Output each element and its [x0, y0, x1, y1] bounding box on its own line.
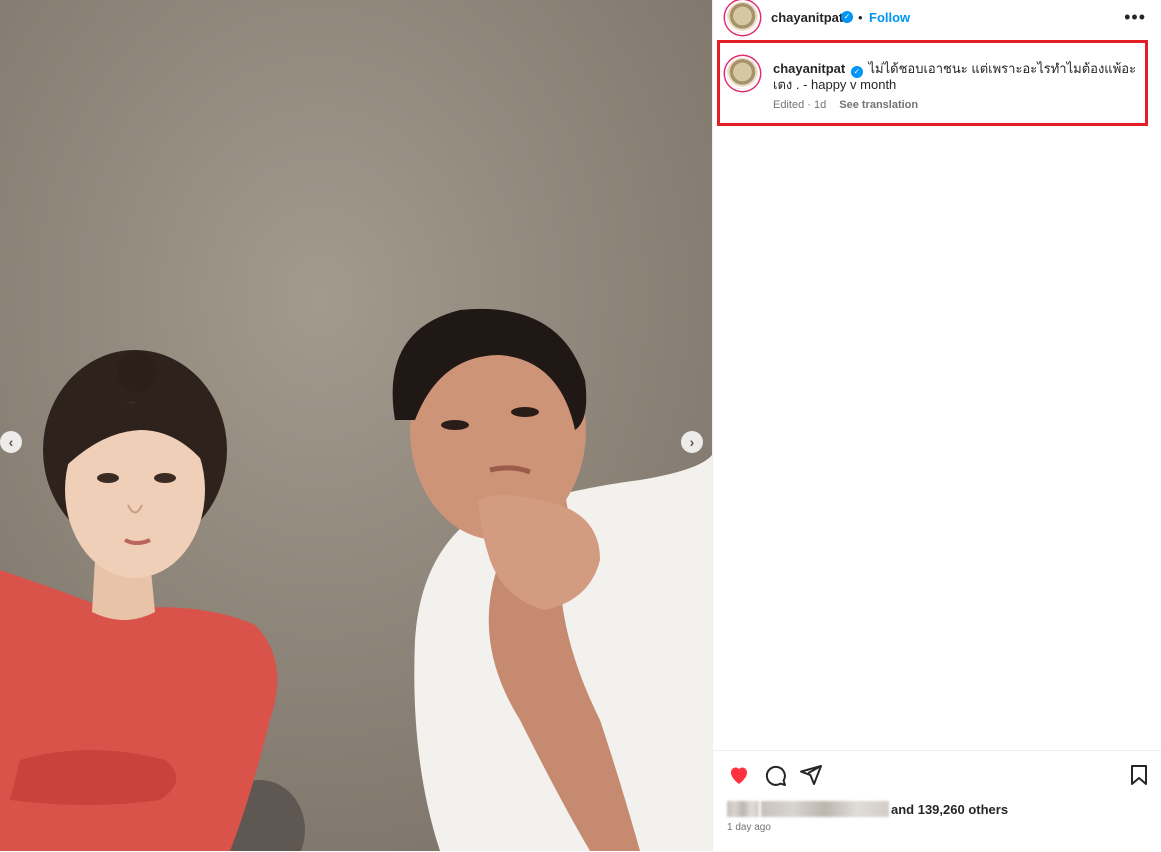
post-header: chayanitpat ✓ • Follow •••	[713, 0, 1161, 36]
photo-illustration	[0, 0, 712, 851]
heart-icon[interactable]	[727, 763, 751, 787]
see-translation-link[interactable]: See translation	[839, 99, 918, 111]
previous-photo-button[interactable]: ‹	[0, 431, 22, 453]
verified-icon: ✓	[841, 11, 853, 23]
more-icon[interactable]: •••	[1124, 7, 1146, 28]
caption-avatar[interactable]	[727, 58, 758, 89]
header-username[interactable]: chayanitpat	[771, 10, 843, 25]
caption: chayanitpat ✓ ไม่ได้ชอบเอาชนะ แต่เพราะอะ…	[773, 61, 1143, 93]
likes-count-text: and 139,260 others	[891, 801, 1009, 817]
post-date: 1 day ago	[727, 822, 771, 833]
share-icon[interactable]	[799, 763, 823, 787]
chevron-left-icon: ‹	[8, 434, 14, 450]
post-details-panel: chayanitpat ✓ • Follow ••• chayanitpat ✓…	[712, 0, 1161, 851]
liker-name-blurred	[761, 801, 889, 817]
liker-avatars-blurred	[727, 801, 759, 817]
comment-icon[interactable]	[763, 763, 787, 787]
avatar[interactable]	[727, 2, 758, 33]
next-photo-button[interactable]: ›	[681, 431, 703, 453]
caption-meta: Edited · 1d See translation	[773, 99, 918, 111]
verified-icon: ✓	[850, 66, 863, 78]
separator-dot: •	[858, 10, 863, 25]
follow-button[interactable]: Follow	[869, 10, 910, 25]
chevron-right-icon: ›	[689, 434, 695, 450]
caption-username[interactable]: chayanitpat	[773, 61, 845, 76]
edited-timestamp: Edited · 1d	[773, 99, 827, 111]
likes-summary[interactable]: and 139,260 others	[727, 800, 1008, 818]
bookmark-icon[interactable]	[1127, 763, 1151, 787]
post-photo[interactable]: ‹ ›	[0, 0, 712, 851]
